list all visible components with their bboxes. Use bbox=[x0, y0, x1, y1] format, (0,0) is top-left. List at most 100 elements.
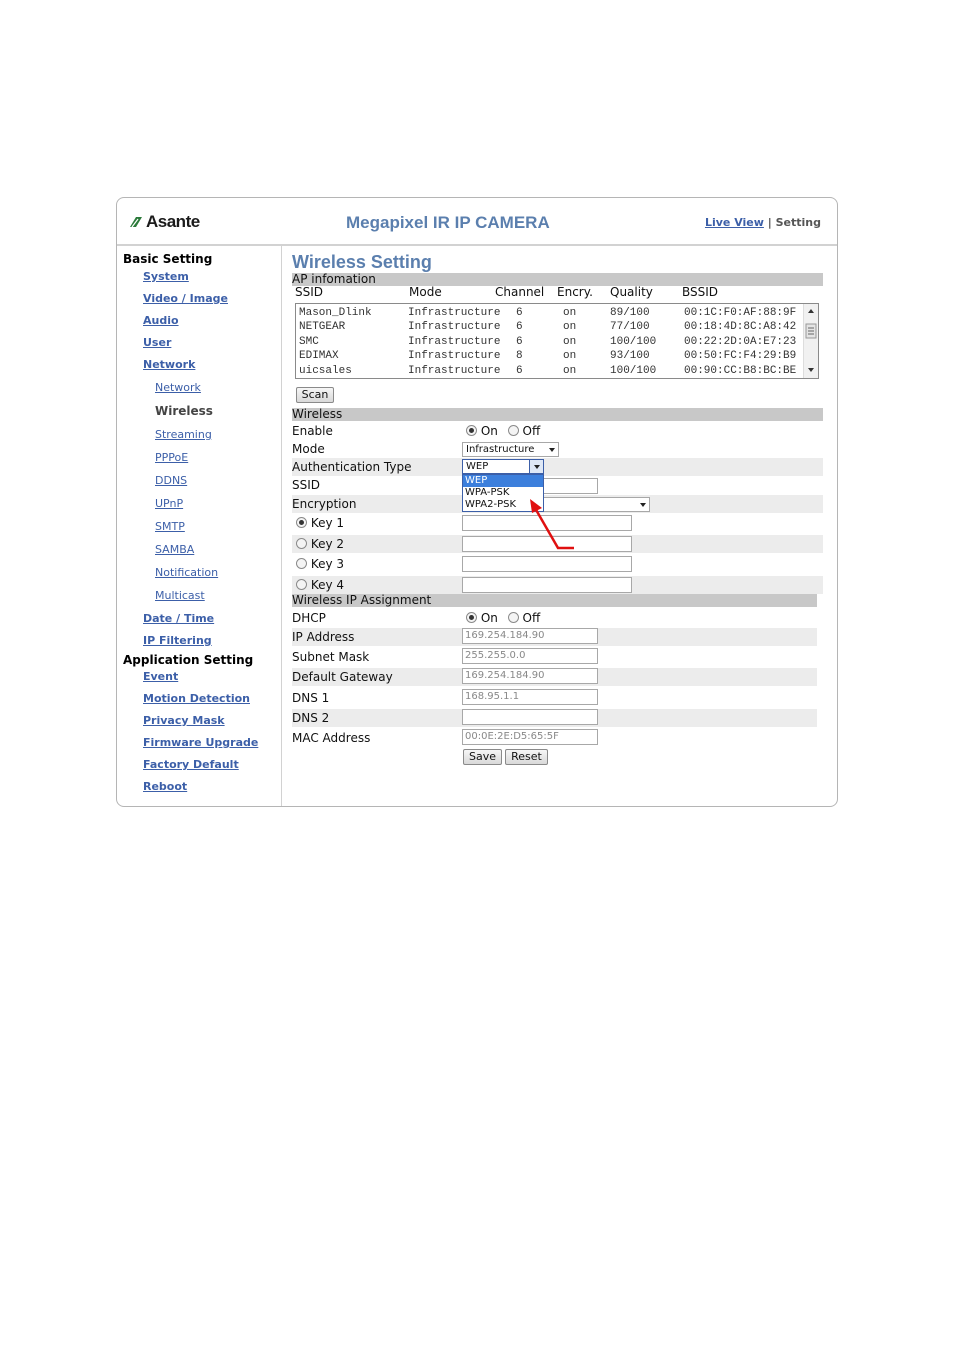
sidebar-item-video-image[interactable]: Video / Image bbox=[143, 292, 228, 305]
setting-label: Setting bbox=[775, 216, 821, 229]
ap-cell: 93/100 bbox=[610, 350, 650, 362]
subnet-mask-label: Subnet Mask bbox=[292, 650, 370, 664]
ap-cell: NETGEAR bbox=[299, 321, 346, 333]
ap-cell: 00:22:2D:0A:E7:23 bbox=[684, 336, 797, 348]
sidebar-item-motion-detection[interactable]: Motion Detection bbox=[143, 692, 250, 705]
ap-cell: 6 bbox=[516, 365, 523, 377]
sidebar-item-network[interactable]: Network bbox=[143, 358, 195, 371]
live-view-link[interactable]: Live View bbox=[705, 216, 764, 229]
dns2-input[interactable] bbox=[462, 709, 598, 725]
scan-button[interactable]: Scan bbox=[296, 387, 334, 403]
ap-cell: on bbox=[563, 307, 577, 319]
sidebar-item-system[interactable]: System bbox=[143, 270, 189, 283]
sidebar-item-user[interactable]: User bbox=[143, 336, 171, 349]
ap-cell: SMC bbox=[299, 336, 319, 348]
brand-name: Asante bbox=[146, 212, 200, 231]
sidebar-item-factory-default[interactable]: Factory Default bbox=[143, 758, 239, 771]
dns1-label: DNS 1 bbox=[292, 691, 330, 705]
main-content: Wireless Setting AP infomation SSID Mode… bbox=[292, 248, 824, 803]
key4-radio[interactable] bbox=[296, 579, 307, 590]
ap-col-quality: Quality bbox=[610, 285, 653, 299]
auth-option-wep[interactable]: WEP bbox=[463, 475, 543, 487]
sidebar-sub-upnp[interactable]: UPnP bbox=[155, 497, 183, 510]
enable-off-label: Off bbox=[522, 424, 541, 438]
ap-cell: 6 bbox=[516, 336, 523, 348]
dhcp-row: DHCP On Off bbox=[292, 609, 817, 627]
basic-setting-heading: Basic Setting bbox=[123, 252, 213, 266]
ip-address-input[interactable]: 169.254.184.90 bbox=[462, 628, 598, 644]
ap-cell: Infrastructure bbox=[408, 336, 501, 348]
app-frame: Asante Megapixel IR IP CAMERA Live View … bbox=[116, 197, 838, 807]
mac-input[interactable]: 00:0E:2E:D5:65:5F bbox=[462, 729, 598, 745]
ssid-label: SSID bbox=[292, 478, 321, 492]
dropdown-button[interactable] bbox=[529, 460, 543, 473]
auth-type-select[interactable]: WEP bbox=[462, 459, 544, 474]
sidebar-item-date-time[interactable]: Date / Time bbox=[143, 612, 214, 625]
sidebar-sub-streaming[interactable]: Streaming bbox=[155, 428, 212, 441]
header: Asante Megapixel IR IP CAMERA Live View … bbox=[117, 198, 837, 246]
ap-cell: 100/100 bbox=[610, 365, 657, 377]
sidebar-sub-wireless[interactable]: Wireless bbox=[155, 404, 213, 418]
key3-radio[interactable] bbox=[296, 558, 307, 569]
sidebar-sub-smtp[interactable]: SMTP bbox=[155, 520, 185, 533]
dns1-input[interactable]: 168.95.1.1 bbox=[462, 689, 598, 705]
key1-radio[interactable] bbox=[296, 517, 307, 528]
ap-col-channel: Channel bbox=[495, 285, 545, 299]
key4-option[interactable]: Key 4 bbox=[296, 576, 344, 594]
key2-option[interactable]: Key 2 bbox=[296, 535, 344, 553]
key4-row: Key 4 bbox=[292, 576, 823, 594]
mode-select-value: Infrastructure bbox=[466, 444, 535, 455]
ap-cell: on bbox=[563, 321, 577, 333]
dhcp-on-radio[interactable] bbox=[466, 612, 477, 623]
ap-list[interactable]: Mason_Dlink Infrastructure 6 on 89/100 0… bbox=[295, 303, 819, 379]
enable-off-radio[interactable] bbox=[507, 425, 519, 436]
wireless-section-header: Wireless bbox=[292, 408, 823, 421]
key4-input[interactable] bbox=[462, 577, 632, 593]
sidebar-item-privacy-mask[interactable]: Privacy Mask bbox=[143, 714, 225, 727]
auth-type-label: Authentication Type bbox=[292, 460, 412, 474]
ap-list-scrollbar[interactable] bbox=[803, 304, 818, 378]
ap-cell: 00:50:FC:F4:29:B9 bbox=[684, 350, 797, 362]
enable-on-radio[interactable] bbox=[466, 425, 477, 436]
nav-separator: | bbox=[767, 216, 772, 229]
ap-col-ssid: SSID bbox=[295, 285, 324, 299]
brand-logo: Asante bbox=[129, 212, 200, 232]
sidebar-item-ip-filtering[interactable]: IP Filtering bbox=[143, 634, 212, 647]
mode-row: Mode Infrastructure bbox=[292, 440, 823, 458]
sidebar-item-event[interactable]: Event bbox=[143, 670, 178, 683]
sidebar-item-audio[interactable]: Audio bbox=[143, 314, 179, 327]
key3-option[interactable]: Key 3 bbox=[296, 555, 344, 573]
dns2-row: DNS 2 bbox=[292, 709, 817, 727]
subnet-mask-input[interactable]: 255.255.0.0 bbox=[462, 648, 598, 664]
key4-label: Key 4 bbox=[310, 578, 345, 592]
dhcp-on-label: On bbox=[480, 611, 498, 625]
dhcp-off-radio[interactable] bbox=[507, 612, 519, 623]
key3-input[interactable] bbox=[462, 556, 632, 572]
ap-col-encry: Encry. bbox=[557, 285, 593, 299]
sidebar-sub-multicast[interactable]: Multicast bbox=[155, 589, 205, 602]
enable-label: Enable bbox=[292, 424, 333, 438]
key3-row: Key 3 bbox=[292, 555, 823, 573]
sidebar-sub-ddns[interactable]: DDNS bbox=[155, 474, 187, 487]
key1-option[interactable]: Key 1 bbox=[296, 514, 344, 532]
sidebar-sub-pppoe[interactable]: PPPoE bbox=[155, 451, 188, 464]
key2-radio[interactable] bbox=[296, 538, 307, 549]
ap-cell: on bbox=[563, 336, 577, 348]
dhcp-label: DHCP bbox=[292, 611, 326, 625]
sidebar-item-reboot[interactable]: Reboot bbox=[143, 780, 187, 793]
ap-cell: 6 bbox=[516, 321, 523, 333]
enable-radio-group: On Off bbox=[466, 422, 540, 440]
mode-select[interactable]: Infrastructure bbox=[462, 442, 559, 457]
sidebar-sub-samba[interactable]: SAMBA bbox=[155, 543, 194, 556]
chevron-down-icon bbox=[534, 465, 540, 469]
encryption-label: Encryption bbox=[292, 497, 357, 511]
ap-cell: Mason_Dlink bbox=[299, 307, 372, 319]
save-button[interactable]: Save bbox=[463, 749, 502, 765]
ap-cell: 00:1C:F0:AF:88:9F bbox=[684, 307, 797, 319]
sidebar-sub-notification[interactable]: Notification bbox=[155, 566, 218, 579]
reset-button[interactable]: Reset bbox=[505, 749, 548, 765]
sidebar-sub-network[interactable]: Network bbox=[155, 381, 201, 394]
sidebar-item-firmware-upgrade[interactable]: Firmware Upgrade bbox=[143, 736, 258, 749]
dns1-row: DNS 1 168.95.1.1 bbox=[292, 689, 817, 707]
gateway-input[interactable]: 169.254.184.90 bbox=[462, 668, 598, 684]
